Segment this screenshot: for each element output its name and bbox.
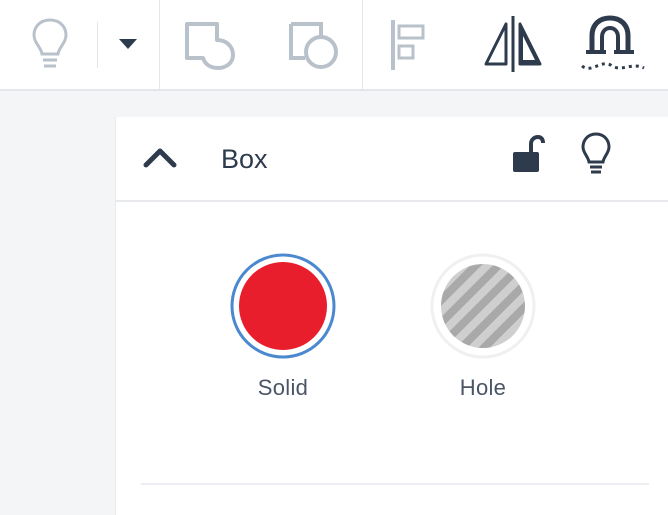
panel-header: Box: [116, 117, 668, 202]
solid-label: Solid: [257, 375, 309, 400]
align-button[interactable]: [380, 8, 436, 80]
hole-label: Hole: [459, 375, 507, 400]
align-icon: [391, 20, 425, 70]
light-bulb-icon: [581, 132, 611, 174]
group-icon: [185, 22, 235, 70]
toolbar: [0, 0, 668, 91]
light-bulb-icon: [32, 18, 68, 68]
visibility-button[interactable]: [580, 131, 612, 182]
toolbar-separator: [159, 0, 160, 89]
toolbar-separator: [362, 0, 363, 89]
group-button[interactable]: [178, 8, 242, 80]
solid-swatch: [228, 251, 338, 361]
panel-title: Box: [221, 144, 268, 174]
solid-option[interactable]: Solid: [228, 251, 338, 401]
chevron-down-icon: [119, 39, 137, 49]
shape-properties-panel: Box Solid Hole: [115, 117, 668, 515]
hole-swatch: [428, 251, 538, 361]
ungroup-icon: [289, 22, 338, 69]
lock-button[interactable]: [509, 134, 545, 181]
hole-option[interactable]: Hole: [428, 251, 538, 401]
mirror-icon: [484, 16, 542, 72]
ungroup-button[interactable]: [282, 8, 346, 80]
toolbar-separator: [97, 22, 98, 68]
unlocked-padlock-icon: [513, 134, 545, 172]
panel-divider: [141, 483, 649, 485]
light-bulb-button[interactable]: [20, 8, 80, 80]
collapse-button[interactable]: [142, 145, 178, 176]
dropdown-button[interactable]: [108, 8, 148, 80]
chevron-up-icon: [143, 148, 177, 168]
magnet-snap-button[interactable]: [574, 8, 650, 80]
mirror-button[interactable]: [474, 8, 552, 80]
magnet-icon: [581, 15, 645, 70]
